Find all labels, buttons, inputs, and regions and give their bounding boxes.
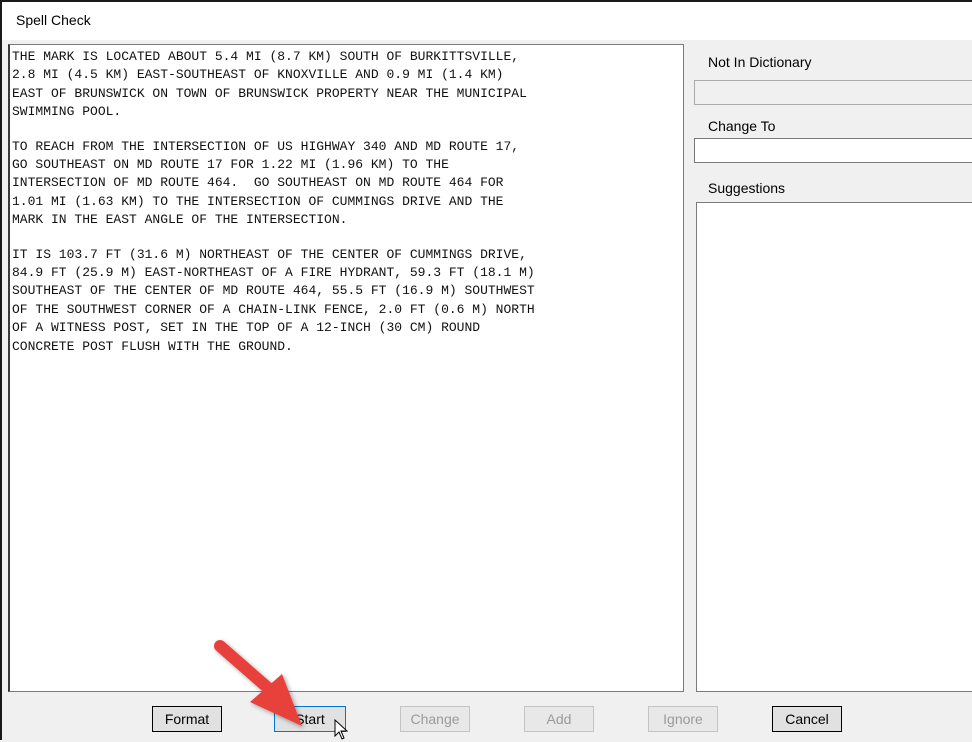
spell-check-window: Spell Check THE MARK IS LOCATED ABOUT 5.…: [0, 0, 972, 742]
title-bar: Spell Check: [2, 2, 972, 40]
not-in-dictionary-label: Not In Dictionary: [708, 54, 812, 70]
dialog-body: THE MARK IS LOCATED ABOUT 5.4 MI (8.7 KM…: [2, 40, 972, 692]
window-title: Spell Check: [16, 12, 91, 28]
suggestions-list[interactable]: [696, 202, 972, 692]
spell-check-panel: Not In Dictionary Change To Suggestions: [694, 40, 972, 692]
paragraph-3: IT IS 103.7 FT (31.6 M) NORTHEAST OF THE…: [12, 246, 535, 354]
cancel-button-label: Cancel: [785, 711, 829, 727]
document-text-area[interactable]: THE MARK IS LOCATED ABOUT 5.4 MI (8.7 KM…: [8, 44, 684, 692]
add-button[interactable]: Add: [524, 706, 594, 732]
mouse-pointer-icon: [334, 719, 349, 740]
ignore-button-label: Ignore: [663, 711, 703, 727]
change-to-input[interactable]: [694, 138, 972, 163]
suggestions-label: Suggestions: [708, 180, 786, 196]
not-in-dictionary-field: [694, 80, 972, 105]
ignore-button[interactable]: Ignore: [648, 706, 718, 732]
change-button[interactable]: Change: [400, 706, 470, 732]
format-button-label: Format: [164, 711, 210, 727]
paragraph-2: TO REACH FROM THE INTERSECTION OF US HIG…: [12, 138, 520, 228]
cancel-button[interactable]: Cancel: [772, 706, 842, 732]
add-button-label: Add: [546, 711, 572, 727]
change-button-label: Change: [410, 711, 460, 727]
button-bar: Format Start Change Add Ignore Cancel: [2, 692, 972, 742]
paragraph-1: THE MARK IS LOCATED ABOUT 5.4 MI (8.7 KM…: [12, 49, 527, 120]
change-to-label: Change To: [708, 118, 776, 134]
red-arrow-annotation-icon: [214, 640, 302, 726]
